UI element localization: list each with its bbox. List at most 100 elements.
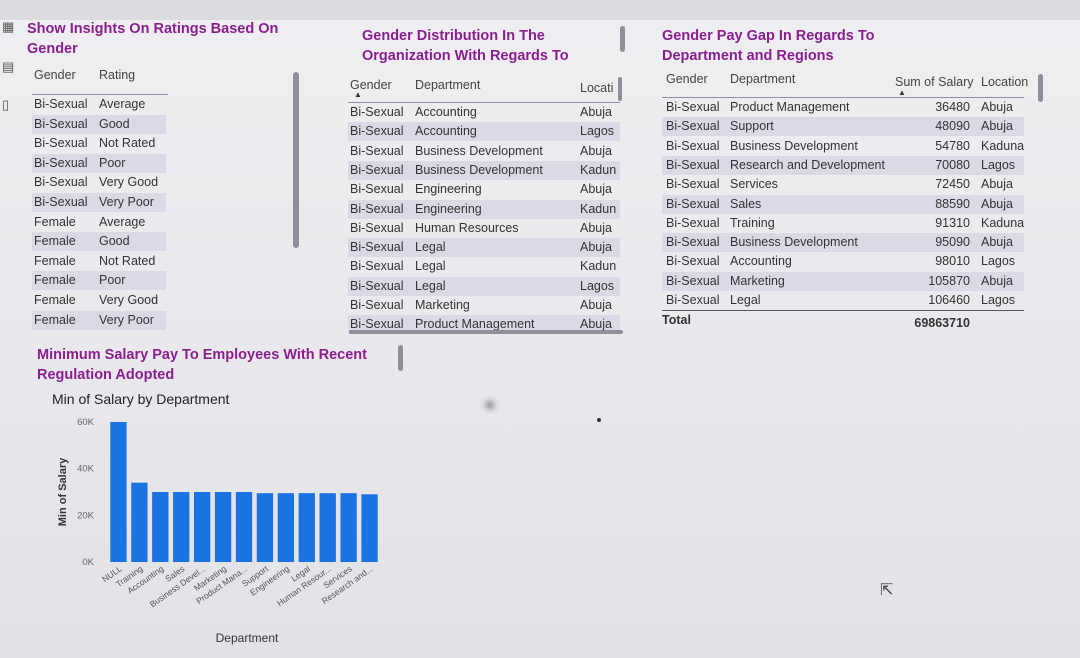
table-cell: Abuja: [580, 182, 612, 197]
y-tick-label: 20K: [77, 510, 95, 521]
matrix-icon[interactable]: ▤: [2, 60, 16, 74]
column-header-department[interactable]: Department: [730, 72, 795, 86]
table-cell: Kaduna: [981, 138, 1025, 153]
paygap-table[interactable]: Gender Department Sum of Salary Location ▲ Bi…: [660, 70, 1044, 340]
table-row[interactable]: Bi-Sexual Marketing Abuja: [348, 296, 620, 315]
table-cell: Bi-Sexual: [350, 278, 404, 293]
report-canvas: ▦ ▤ ▯ Show Insights On Ratings Based On …: [0, 0, 1080, 658]
table-row[interactable]: Bi-Sexual Very Good: [32, 173, 166, 192]
table-row[interactable]: Bi-Sexual Marketing 105870 Abuja: [662, 271, 1024, 291]
bar-research-and-[interactable]: [361, 494, 378, 562]
table-cell: Not Rated: [99, 253, 156, 268]
column-header-gender[interactable]: Gender: [666, 72, 708, 86]
table-row[interactable]: Bi-Sexual Legal Abuja: [348, 238, 620, 258]
bar-training[interactable]: [131, 482, 148, 562]
table-row[interactable]: Bi-Sexual Sales 88590 Abuja: [662, 194, 1024, 214]
column-scroll-thumb[interactable]: [618, 77, 622, 101]
page-icon[interactable]: ▯: [2, 98, 16, 112]
table-cell: Very Poor: [99, 312, 154, 327]
table-row[interactable]: Female Average: [32, 213, 166, 232]
table-row[interactable]: Bi-Sexual Poor: [32, 153, 166, 173]
bar-services[interactable]: [340, 493, 357, 562]
table-row[interactable]: Bi-Sexual Product Management 36480 Abuja: [662, 98, 1024, 117]
min-salary-bar-chart[interactable]: 0K20K40K60KMin of SalaryNULLTrainingAcco…: [40, 410, 440, 650]
table-cell: Bi-Sexual: [666, 119, 720, 134]
column-header-gender[interactable]: Gender: [34, 68, 76, 82]
column-header-rating[interactable]: Rating: [99, 68, 135, 82]
sort-ascending-icon[interactable]: ▲: [354, 90, 362, 99]
table-cell: 95090: [935, 235, 970, 250]
table-row[interactable]: Bi-Sexual Business Development Kadun: [348, 160, 620, 180]
table-cell: Bi-Sexual: [350, 182, 404, 197]
table-cell: Abuja: [981, 196, 1013, 211]
table-cell: Kadun: [580, 259, 617, 274]
table-icon[interactable]: ▦: [2, 20, 16, 34]
table-row[interactable]: Bi-Sexual Accounting Lagos: [348, 122, 620, 142]
table-cell: Abuja: [981, 177, 1013, 192]
table-cell: Legal: [730, 293, 761, 307]
table-row[interactable]: Female Not Rated: [32, 252, 166, 271]
distribution-title-scrollbar[interactable]: [620, 26, 625, 52]
table-row[interactable]: Bi-Sexual Accounting Abuja: [348, 103, 620, 122]
total-label: Total: [662, 313, 691, 327]
sort-descending-icon[interactable]: ▲: [898, 88, 906, 97]
column-header-location[interactable]: Location: [981, 75, 1028, 89]
bar-product-mana-[interactable]: [235, 492, 253, 562]
table-cell: Kaduna: [981, 215, 1025, 230]
table-row[interactable]: Bi-Sexual Accounting 98010 Lagos: [662, 252, 1024, 271]
table-row[interactable]: Bi-Sexual Legal 106460 Lagos: [662, 291, 1024, 310]
table-cell: Bi-Sexual: [350, 143, 404, 158]
table-cell: 36480: [935, 100, 970, 114]
column-header-department[interactable]: Department: [415, 78, 480, 92]
table-cell: Bi-Sexual: [350, 298, 404, 312]
table-row[interactable]: Bi-Sexual Legal Lagos: [348, 276, 620, 296]
table-cell: Engineering: [415, 201, 482, 216]
column-header-sum-of-salary[interactable]: Sum of Salary: [895, 75, 974, 89]
table-row[interactable]: Bi-Sexual Human Resources Abuja: [348, 219, 620, 238]
bar-engineering[interactable]: [277, 493, 295, 562]
table-row[interactable]: Bi-Sexual Average: [32, 95, 166, 114]
bar-legal[interactable]: [298, 493, 315, 562]
bar-null[interactable]: [110, 422, 127, 562]
table-row[interactable]: Female Very Good: [32, 291, 166, 310]
distribution-table[interactable]: Gender Department Locati ▲ Bi-Sexual Accounti…: [346, 72, 626, 334]
column-header-locati[interactable]: Locati: [580, 81, 613, 95]
table-cell: Bi-Sexual: [350, 124, 404, 139]
table-cell: 98010: [935, 254, 970, 269]
bar-accounting[interactable]: [152, 492, 169, 562]
table-row[interactable]: Bi-Sexual Engineering Abuja: [348, 180, 620, 199]
table-row[interactable]: Bi-Sexual Training 91310 Kaduna: [662, 214, 1024, 233]
table-row[interactable]: Bi-Sexual Legal Kadun: [348, 257, 620, 276]
table-row[interactable]: Female Good: [32, 232, 166, 252]
table-row[interactable]: Bi-Sexual Good: [32, 114, 166, 134]
table-row[interactable]: Bi-Sexual Research and Development 70080 La…: [662, 155, 1024, 175]
table-cell: Bi-Sexual: [34, 136, 88, 151]
table-cell: 54780: [935, 138, 970, 153]
ratings-table[interactable]: Gender Rating Bi-Sexual Average Bi-Sexual Goo…: [30, 68, 300, 338]
table-cell: Very Poor: [99, 195, 154, 209]
bar-support[interactable]: [256, 493, 274, 562]
table-row[interactable]: Female Poor: [32, 271, 166, 291]
table-row[interactable]: Bi-Sexual Business Development 95090 Abuja: [662, 233, 1024, 253]
table-row[interactable]: Bi-Sexual Very Poor: [32, 193, 166, 212]
table-scroll-thumb[interactable]: [1038, 74, 1043, 102]
table-row[interactable]: Bi-Sexual Business Development Abuja: [348, 142, 620, 161]
table-cell: Not Rated: [99, 136, 156, 151]
table-row[interactable]: Bi-Sexual Services 72450 Abuja: [662, 175, 1024, 194]
table-row[interactable]: Bi-Sexual Not Rated: [32, 134, 166, 153]
table-row[interactable]: Female Very Poor: [32, 310, 166, 330]
bar-business-devel-[interactable]: [193, 492, 211, 562]
table-row[interactable]: Bi-Sexual Engineering Kadun: [348, 199, 620, 219]
bar-human-resour-[interactable]: [319, 493, 336, 562]
table-row[interactable]: Bi-Sexual Business Development 54780 Kaduna: [662, 137, 1024, 156]
table-cell: Abuja: [981, 100, 1013, 114]
table-row[interactable]: Bi-Sexual Support 48090 Abuja: [662, 117, 1024, 137]
bar-marketing[interactable]: [214, 492, 232, 562]
distribution-hscrollbar[interactable]: [349, 330, 623, 334]
distribution-title: Gender Distribution In The Organization …: [362, 26, 569, 66]
ratings-scrollbar[interactable]: [293, 72, 299, 248]
min-salary-title-scrollbar[interactable]: [398, 345, 403, 371]
table-cell: Accounting: [730, 254, 792, 269]
table-cell: Female: [34, 312, 76, 327]
bar-sales[interactable]: [173, 492, 190, 562]
